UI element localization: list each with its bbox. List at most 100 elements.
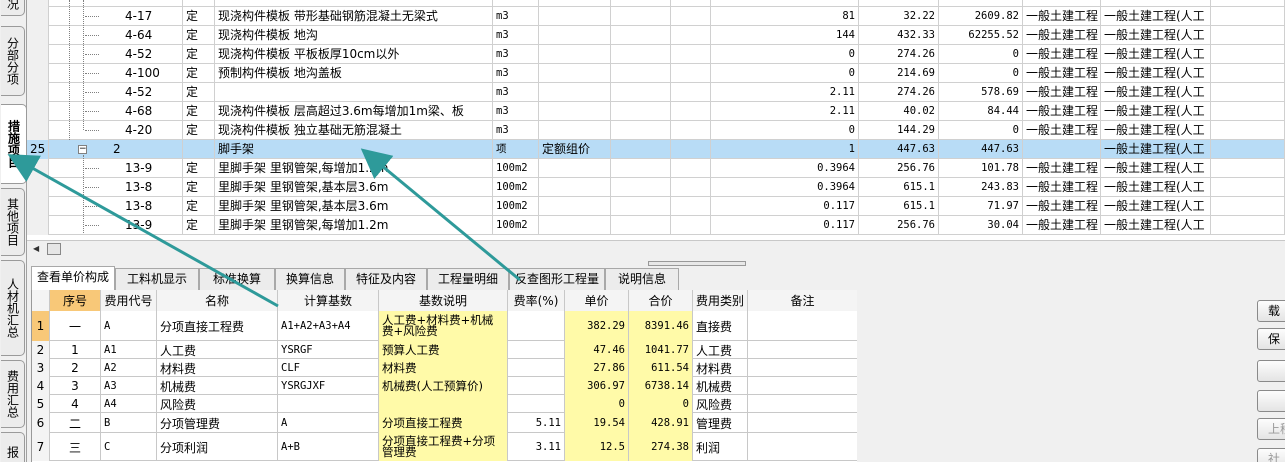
side-tab-5[interactable]: 费用汇总 — [1, 360, 25, 428]
header-price[interactable]: 单价 — [565, 290, 629, 311]
cell-total[interactable]: 6738.14 — [629, 377, 693, 395]
table-row[interactable]: 1 一 A 分项直接工程费 A1+A2+A3+A4 人工费+材料费+机械费+风险费 382.… — [32, 311, 857, 341]
cell-name[interactable]: 人工费 — [157, 341, 278, 359]
tab-2[interactable]: 标准换算 — [199, 268, 275, 290]
cell-rate[interactable] — [508, 359, 565, 377]
cell-rate[interactable] — [508, 377, 565, 395]
cell-note[interactable] — [748, 341, 857, 359]
cell-rate[interactable]: 3.11 — [508, 433, 565, 461]
side-tab-6[interactable]: 报 — [1, 432, 25, 462]
cell-cat[interactable]: 利润 — [693, 433, 748, 461]
cell-qty[interactable]: 0.3964 — [711, 159, 859, 178]
cell-qty[interactable]: 0.117 — [711, 197, 859, 216]
side-tab-0[interactable]: 况 — [1, 0, 25, 16]
header-code[interactable]: 费用代号 — [101, 290, 157, 311]
cell-name[interactable]: 分项利润 — [157, 433, 278, 461]
cell-seq[interactable]: 2 — [50, 359, 101, 377]
cell-price[interactable]: 306.97 — [565, 377, 629, 395]
table-row[interactable]: 3 2 A2 材料费 CLF 材料费 27.86 611.54 材料费 — [32, 359, 857, 377]
cell-total[interactable]: 8391.46 — [629, 311, 693, 341]
table-row[interactable]: 13-9 定里脚手架 里钢管架,每增加1.2m 100m2 0.3964 256.76 1… — [27, 159, 1285, 178]
table-row-selected[interactable]: 25 2 脚手架项定额组价 1 447.63 447.63 一般土建工程(人工 − — [27, 140, 1285, 159]
cell-name[interactable]: 现浇构件模板 平板板厚10cm以外 — [215, 45, 493, 64]
cell-name[interactable]: 预制构件模板 地沟盖板 — [215, 64, 493, 83]
cell-rate[interactable] — [508, 395, 565, 413]
cell-name[interactable]: 现浇构件模板 地沟 — [215, 26, 493, 45]
table-row[interactable]: 4-52 定现浇构件模板 平板板厚10cm以外 m3 0 274.26 0 一般土建工程 一般… — [27, 45, 1285, 64]
cell-name[interactable]: 现浇构件模板 层高超过3.6m每增加1m梁、板 — [215, 102, 493, 121]
cell-base[interactable]: A1+A2+A3+A4 — [278, 311, 379, 341]
cell-base[interactable]: YSRGJXF — [278, 377, 379, 395]
cell-base[interactable]: YSRGF — [278, 341, 379, 359]
cell-seq[interactable]: 一 — [50, 311, 101, 341]
cell-total[interactable]: 1041.77 — [629, 341, 693, 359]
cell-price[interactable]: 19.54 — [565, 413, 629, 433]
table-row[interactable]: 6 二 B 分项管理费 A 分项直接工程费 5.11 19.54 428.91 管理费 — [32, 413, 857, 433]
side-button-1[interactable]: 保 — [1257, 328, 1285, 350]
cell-note[interactable] — [748, 433, 857, 461]
tab-5[interactable]: 工程量明细 — [427, 268, 509, 290]
cell-price[interactable]: 12.5 — [565, 433, 629, 461]
cell-code[interactable]: A4 — [101, 395, 157, 413]
cell-name[interactable]: 现浇构件模板 独立基础无筋混凝土 — [215, 121, 493, 140]
tab-7[interactable]: 说明信息 — [605, 268, 679, 290]
cell-price[interactable]: 382.29 — [565, 311, 629, 341]
cell-rate[interactable] — [508, 341, 565, 359]
cell-name[interactable]: 现浇构件模板 带形基础钢筋混凝土无梁式 — [215, 7, 493, 26]
header-base[interactable]: 计算基数 — [278, 290, 379, 311]
side-button-4[interactable]: 上移 — [1257, 418, 1285, 440]
cell-base_desc[interactable]: 分项直接工程费 — [379, 413, 508, 433]
tab-1[interactable]: 工料机显示 — [115, 268, 199, 290]
cell-name[interactable]: 里脚手架 里钢管架,每增加1.2m — [215, 159, 493, 178]
header-base_desc[interactable]: 基数说明 — [379, 290, 508, 311]
cell-rate[interactable] — [508, 311, 565, 341]
header-rate[interactable]: 费率(%) — [508, 290, 565, 311]
cell-qty[interactable]: 0.117 — [711, 216, 859, 235]
cell-cat[interactable]: 机械费 — [693, 377, 748, 395]
cell-qty[interactable]: 81 — [711, 7, 859, 26]
table-row[interactable]: 4 3 A3 机械费 YSRGJXF 机械费(人工预算价) 306.97 6738.14 机械费 — [32, 377, 857, 395]
cell-seq[interactable]: 二 — [50, 413, 101, 433]
cell-seq[interactable]: 三 — [50, 433, 101, 461]
cell-base_desc[interactable]: 材料费 — [379, 359, 508, 377]
cell-qty[interactable]: 0 — [711, 45, 859, 64]
cell-price[interactable]: 0 — [565, 395, 629, 413]
cell-name[interactable]: 里脚手架 里钢管架,每增加1.2m — [215, 216, 493, 235]
tab-6[interactable]: 反查图形工程量 — [509, 268, 605, 290]
side-tab-4[interactable]: 人材机汇总 — [1, 260, 25, 356]
cell-base_desc[interactable]: 机械费(人工预算价) — [379, 377, 508, 395]
cell-base[interactable]: A+B — [278, 433, 379, 461]
cell-name[interactable]: 机械费 — [157, 377, 278, 395]
cell-base_desc[interactable]: 人工费+材料费+机械费+风险费 — [379, 311, 508, 341]
cell-base[interactable] — [278, 395, 379, 413]
cell-qty[interactable]: 144 — [711, 26, 859, 45]
side-button-2[interactable] — [1257, 360, 1285, 382]
table-row[interactable]: 13-9 定里脚手架 里钢管架,每增加1.2m 100m2 0.117 256.76 30… — [27, 216, 1285, 235]
cell-name[interactable]: 里脚手架 里钢管架,基本层3.6m — [215, 197, 493, 216]
table-row[interactable]: 7 三 C 分项利润 A+B 分项直接工程费+分项管理费 3.11 12.5 274.38 利润 — [32, 433, 857, 461]
table-row[interactable]: 13-8 定里脚手架 里钢管架,基本层3.6m 100m2 0.3964 615.1 24… — [27, 178, 1285, 197]
cell-name[interactable] — [215, 83, 493, 102]
cell-name[interactable]: 风险费 — [157, 395, 278, 413]
cell-seq[interactable]: 4 — [50, 395, 101, 413]
table-row[interactable]: 4-52 定 m3 2.11 274.26 578.69 一般土建工程 一般土建工程(人工 — [27, 83, 1285, 102]
side-tab-1[interactable]: 分部分项 — [1, 26, 25, 96]
cell-qty[interactable]: 0 — [711, 121, 859, 140]
cell-cat[interactable]: 管理费 — [693, 413, 748, 433]
cell-code[interactable]: A3 — [101, 377, 157, 395]
side-button-0[interactable]: 载 — [1257, 300, 1285, 322]
cell-price[interactable]: 47.46 — [565, 341, 629, 359]
cell-code[interactable]: A2 — [101, 359, 157, 377]
cell-name[interactable]: 分项管理费 — [157, 413, 278, 433]
header-name[interactable]: 名称 — [157, 290, 278, 311]
cell-base_desc[interactable] — [379, 395, 508, 413]
cell-cat[interactable]: 人工费 — [693, 341, 748, 359]
cell-qty[interactable]: 1 — [711, 140, 859, 159]
cell-qty[interactable]: 2.11 — [711, 102, 859, 121]
cell-name[interactable]: 材料费 — [157, 359, 278, 377]
cell-note[interactable] — [748, 395, 857, 413]
side-button-5[interactable]: 社 — [1257, 448, 1285, 462]
cell-code[interactable]: A — [101, 311, 157, 341]
side-tab-2[interactable]: 措施项目 — [1, 104, 27, 184]
cell-code[interactable]: C — [101, 433, 157, 461]
